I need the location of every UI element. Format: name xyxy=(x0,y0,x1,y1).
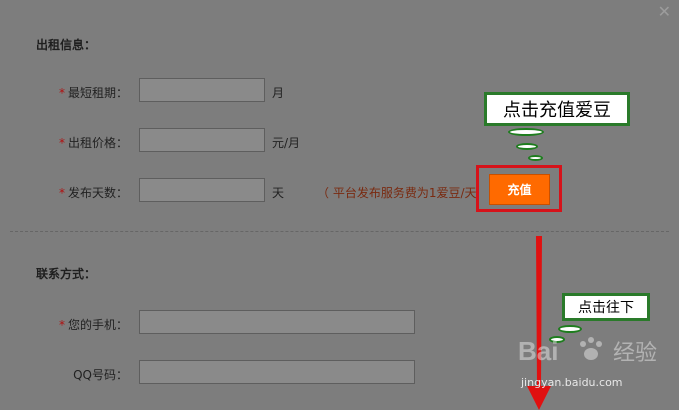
recharge-hint-callout: 点击充值爱豆 xyxy=(484,92,630,126)
baidu-paw-logo: Bai 经验 xyxy=(518,336,657,366)
rental-section-title: 出租信息： xyxy=(36,38,97,52)
price-label-text: 出租价格： xyxy=(67,136,128,150)
watermark-url: jingyan.baidu.com xyxy=(521,376,623,389)
required-marker: * xyxy=(58,86,65,100)
required-marker: * xyxy=(58,186,65,200)
min-term-label: * 最短租期： xyxy=(28,84,128,101)
baidu-watermark: Bai 经验 xyxy=(515,330,665,400)
price-unit: 元/月 xyxy=(272,136,301,150)
watermark-brand-suffix: 经验 xyxy=(613,341,657,366)
required-marker: * xyxy=(58,318,65,332)
price-label: * 出租价格： xyxy=(28,134,128,151)
close-icon[interactable]: ✕ xyxy=(658,4,671,20)
section-divider xyxy=(10,231,669,232)
days-input[interactable] xyxy=(139,178,265,202)
thought-bubble-large xyxy=(508,128,544,136)
thought-bubble-small xyxy=(528,155,543,161)
qq-label: QQ号码： xyxy=(73,368,128,382)
thought-bubble-medium xyxy=(516,143,538,150)
watermark-brand: Bai xyxy=(518,336,558,366)
days-label-text: 发布天数： xyxy=(67,186,128,200)
scroll-hint-callout: 点击往下 xyxy=(562,293,650,321)
min-term-label-text: 最短租期： xyxy=(67,86,128,100)
phone-label: * 您的手机： xyxy=(28,316,128,333)
price-input[interactable] xyxy=(139,128,265,152)
phone-input[interactable] xyxy=(139,310,415,334)
phone-label-text: 您的手机： xyxy=(67,318,128,332)
required-marker: * xyxy=(58,136,65,150)
min-term-unit: 月 xyxy=(272,86,285,100)
recharge-button[interactable]: 充值 xyxy=(489,174,550,205)
days-unit: 天 xyxy=(272,186,285,200)
service-fee-note: （ 平台发布服务费为1爱豆/天 xyxy=(317,186,477,200)
contact-section-title: 联系方式： xyxy=(36,267,97,281)
days-label: * 发布天数： xyxy=(28,184,128,201)
qq-input[interactable] xyxy=(139,360,415,384)
min-term-input[interactable] xyxy=(139,78,265,102)
